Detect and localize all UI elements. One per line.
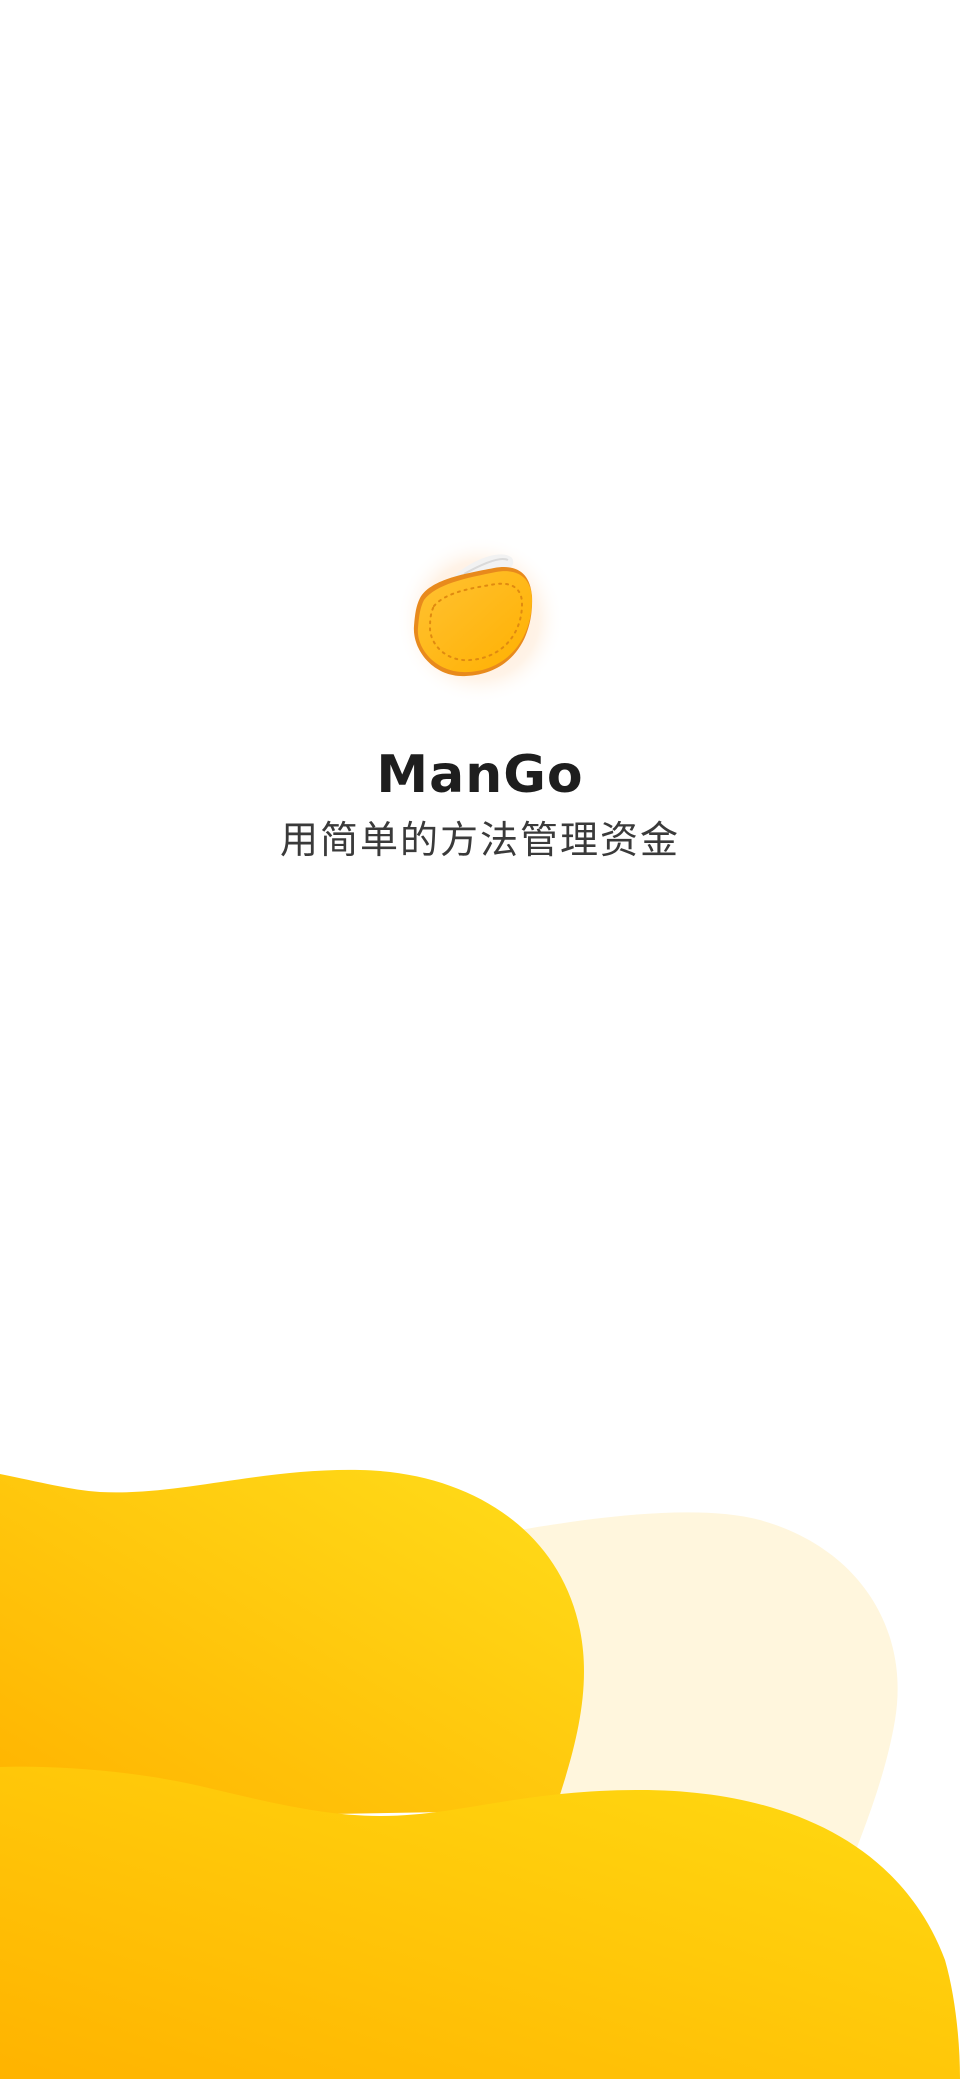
wave-middle	[0, 1469, 584, 1820]
splash-screen: ManGo 用简单的方法管理资金	[0, 0, 960, 2079]
wallet-icon	[396, 536, 564, 704]
app-name: ManGo	[376, 745, 584, 805]
app-tagline: 用简单的方法管理资金	[279, 818, 680, 862]
decorative-waves	[0, 1420, 960, 2079]
app-logo	[390, 530, 570, 710]
